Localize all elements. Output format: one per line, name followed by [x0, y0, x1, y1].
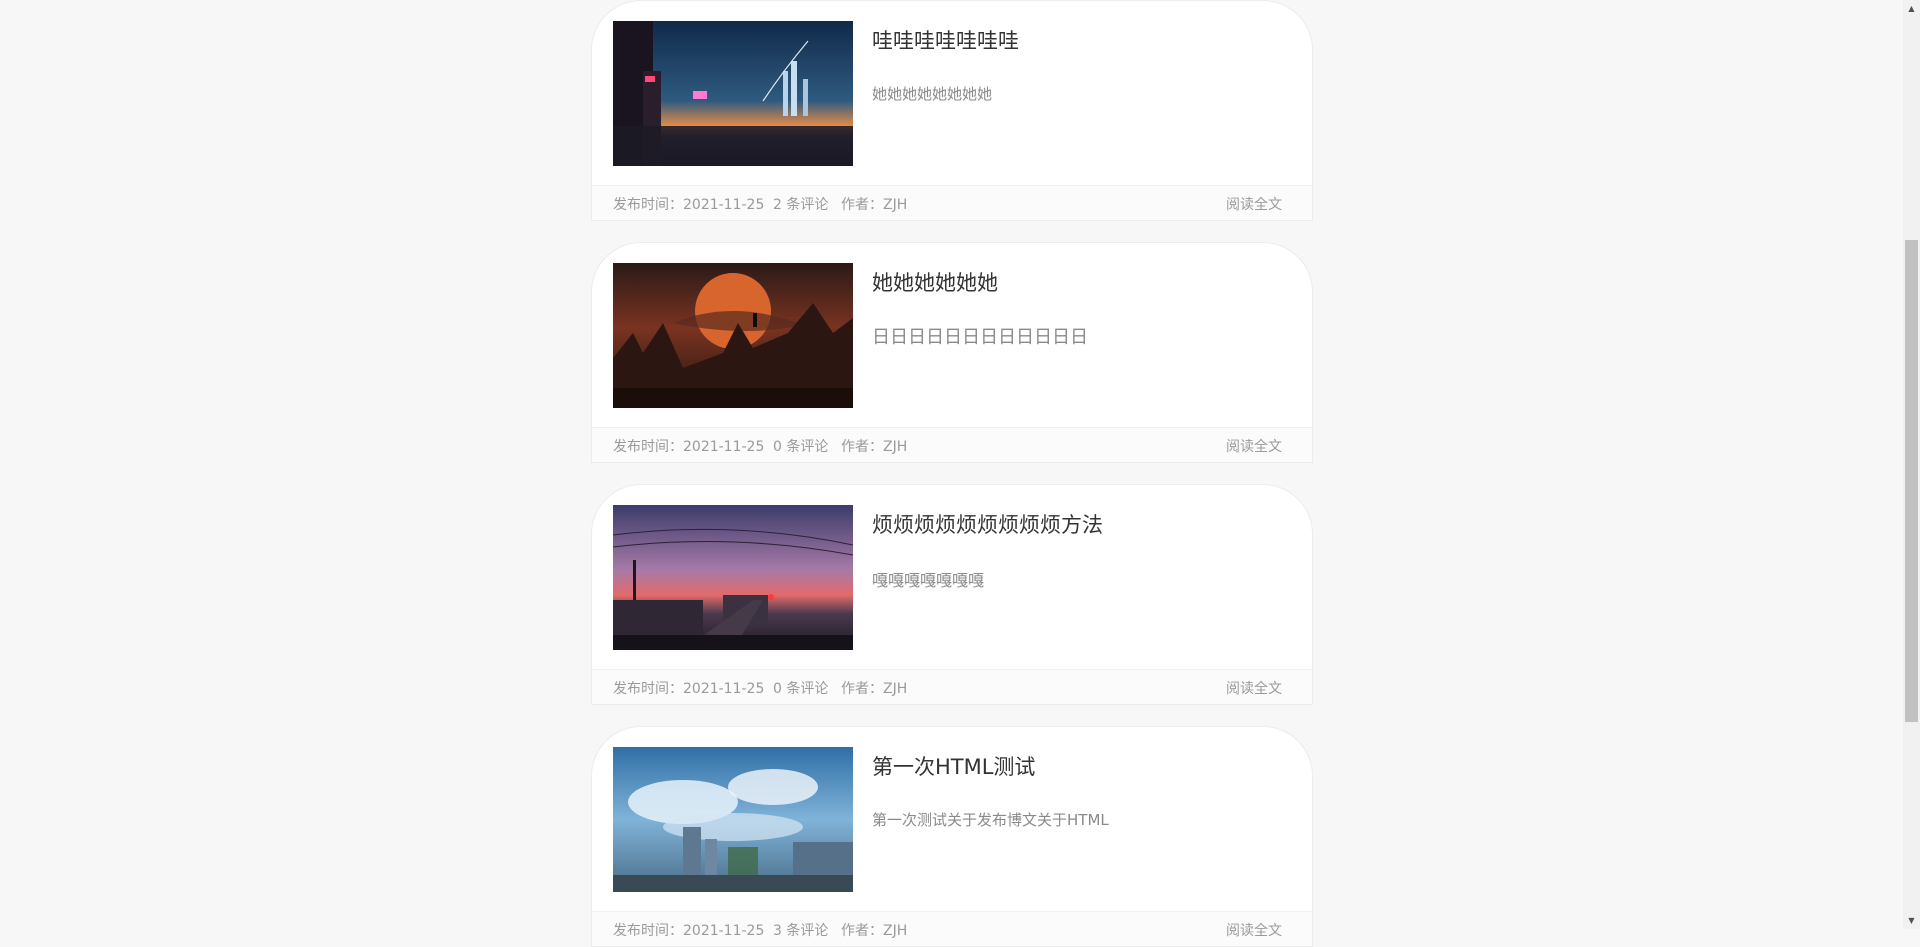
scroll-up-arrow-icon[interactable]: ▲: [1903, 0, 1920, 17]
post-date: 发布时间：2021-11-25: [613, 439, 765, 455]
post-card: 烦烦烦烦烦烦烦烦烦方法 嘎嘎嘎嘎嘎嘎嘎 发布时间：2021-11-25 0 条评…: [591, 484, 1313, 705]
post-thumbnail[interactable]: [613, 263, 853, 408]
post-title[interactable]: 她她她她她她: [872, 267, 998, 297]
post-meta: 发布时间：2021-11-25 0 条评论 作者：ZJH 阅读全文: [592, 669, 1312, 704]
post-thumbnail[interactable]: [613, 505, 853, 650]
red-moon-landscape-image: [613, 263, 853, 408]
comment-count[interactable]: 2 条评论: [773, 194, 828, 214]
scroll-down-arrow-icon[interactable]: ▼: [1903, 912, 1920, 929]
post-thumbnail[interactable]: [613, 21, 853, 166]
comment-count[interactable]: 0 条评论: [773, 436, 828, 456]
post-thumbnail[interactable]: [613, 747, 853, 892]
post-excerpt: 第一次测试关于发布博文关于HTML: [872, 811, 1109, 829]
vertical-scrollbar[interactable]: ▲ ▼: [1903, 0, 1920, 929]
post-date: 发布时间：2021-11-25: [613, 681, 765, 697]
cyberpunk-city-night-image: [613, 21, 853, 166]
sunset-railway-image: [613, 505, 853, 650]
read-more-link[interactable]: 阅读全文: [1226, 920, 1282, 940]
post-card: 她她她她她她 日日日日日日日日日日日日 发布时间：2021-11-25 0 条评…: [591, 242, 1313, 463]
post-card: 哇哇哇哇哇哇哇 她她她她她她她她 发布时间：2021-11-25 2 条评论 作…: [591, 0, 1313, 221]
post-excerpt: 嘎嘎嘎嘎嘎嘎嘎: [872, 571, 985, 590]
post-date: 发布时间：2021-11-25: [613, 197, 765, 213]
post-meta: 发布时间：2021-11-25 2 条评论 作者：ZJH 阅读全文: [592, 185, 1312, 220]
blue-sky-city-image: [613, 747, 853, 892]
post-date: 发布时间：2021-11-25: [613, 923, 765, 939]
post-meta: 发布时间：2021-11-25 0 条评论 作者：ZJH 阅读全文: [592, 427, 1312, 462]
read-more-link[interactable]: 阅读全文: [1226, 436, 1282, 456]
read-more-link[interactable]: 阅读全文: [1226, 678, 1282, 698]
post-title[interactable]: 烦烦烦烦烦烦烦烦烦方法: [872, 509, 1103, 539]
comment-count[interactable]: 0 条评论: [773, 678, 828, 698]
post-author: 作者：ZJH: [841, 197, 908, 213]
post-title[interactable]: 第一次HTML测试: [872, 751, 1035, 781]
post-title[interactable]: 哇哇哇哇哇哇哇: [872, 25, 1019, 55]
post-author: 作者：ZJH: [841, 923, 908, 939]
scrollbar-thumb[interactable]: [1905, 240, 1918, 722]
post-excerpt: 日日日日日日日日日日日日: [872, 327, 1088, 348]
post-author: 作者：ZJH: [841, 681, 908, 697]
post-card: 第一次HTML测试 第一次测试关于发布博文关于HTML 发布时间：2021-11…: [591, 726, 1313, 947]
read-more-link[interactable]: 阅读全文: [1226, 194, 1282, 214]
comment-count[interactable]: 3 条评论: [773, 920, 828, 940]
post-author: 作者：ZJH: [841, 439, 908, 455]
post-excerpt: 她她她她她她她她: [872, 85, 993, 103]
